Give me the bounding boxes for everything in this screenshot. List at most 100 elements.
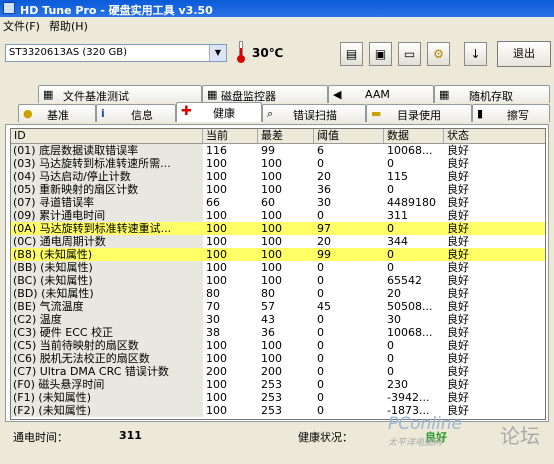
cell-data: 230: [387, 378, 408, 391]
table-row[interactable]: (07) 寻道错误率 66 60 30 4489180 良好: [11, 196, 545, 209]
tab-aam[interactable]: ◀ AAM: [328, 85, 434, 103]
table-row[interactable]: (F0) 磁头悬浮时间 100 253 0 230 良好: [11, 378, 545, 391]
cell-status: 良好: [447, 222, 469, 235]
thermometer-icon: [237, 41, 245, 63]
col-current[interactable]: 当前: [203, 129, 258, 143]
download-button[interactable]: ↓: [464, 42, 487, 66]
tab-erase[interactable]: ▮ 擦写: [472, 104, 550, 122]
col-id[interactable]: ID: [11, 129, 203, 143]
cell-id: (09) 累计通电时间: [11, 209, 203, 222]
power-on-value: 311: [119, 429, 142, 442]
tab-benchmark[interactable]: ● 基准: [18, 104, 96, 122]
table-row[interactable]: (BB) (未知属性) 100 100 0 0 良好: [11, 261, 545, 274]
cell-data: 0: [387, 352, 394, 365]
cell-data: 30: [387, 313, 401, 326]
copy-text-button[interactable]: ▤: [340, 42, 363, 66]
table-row[interactable]: (09) 累计通电时间 100 100 0 311 良好: [11, 209, 545, 222]
table-row[interactable]: (01) 底层数据读取错误率 116 99 6 10068... 良好: [11, 144, 545, 157]
cell-cur: 100: [206, 248, 227, 261]
col-threshold[interactable]: 阈值: [314, 129, 384, 143]
copy-screen-icon: ▣: [374, 47, 387, 61]
menu-bar: 文件(F) 帮助(H): [0, 17, 554, 34]
tab-info[interactable]: i 信息: [96, 104, 176, 122]
menu-help[interactable]: 帮助(H): [49, 18, 88, 34]
cell-cur: 100: [206, 391, 227, 404]
toolbar: ST3320613AS (320 GB) ▼ 30℃ ▤ ▣ ▭ ⚙ ↓ 退出: [0, 34, 554, 72]
save-icon: ▭: [403, 47, 416, 61]
cell-thr: 99: [317, 248, 331, 261]
cell-worst: 60: [261, 196, 275, 209]
table-row[interactable]: (BD) (未知属性) 80 80 0 20 良好: [11, 287, 545, 300]
cell-thr: 0: [317, 274, 324, 287]
tab-folder-usage[interactable]: ▬ 目录使用: [366, 104, 472, 122]
cell-status: 良好: [447, 183, 469, 196]
cell-data: 0: [387, 365, 394, 378]
cell-thr: 0: [317, 365, 324, 378]
cell-data: 0: [387, 183, 394, 196]
table-row[interactable]: (04) 马达启动/停止计数 100 100 20 115 良好: [11, 170, 545, 183]
options-button[interactable]: ⚙: [427, 42, 450, 66]
exit-button[interactable]: 退出: [497, 41, 551, 67]
cell-worst: 57: [261, 300, 275, 313]
cell-status: 良好: [447, 235, 469, 248]
menu-file[interactable]: 文件(F): [3, 18, 40, 34]
table-row[interactable]: (C7) Ultra DMA CRC 错误计数 200 200 0 0 良好: [11, 365, 545, 378]
health-panel: ID 当前 最差 阈值 数据 状态 (01) 底层数据读取错误率 116 99 6 10…: [5, 124, 549, 422]
file-bench-icon: ▦: [43, 88, 54, 101]
table-row[interactable]: (03) 马达旋转到标准转速所需... 100 100 0 0 良好: [11, 157, 545, 170]
table-row[interactable]: (B8) (未知属性) 100 100 99 0 良好: [11, 248, 545, 261]
cell-thr: 6: [317, 144, 324, 157]
cell-id: (F0) 磁头悬浮时间: [11, 378, 203, 391]
tab-random-access[interactable]: ▦ 随机存取: [434, 85, 550, 103]
cell-status: 良好: [447, 157, 469, 170]
chevron-down-icon[interactable]: ▼: [209, 45, 226, 61]
table-row[interactable]: (F2) (未知属性) 100 253 0 -1873... 良好: [11, 404, 545, 417]
table-row[interactable]: (0A) 马达旋转到标准转速重试... 100 100 97 0 良好: [11, 222, 545, 235]
cell-id: (BB) (未知属性): [11, 261, 203, 274]
cell-data: 311: [387, 209, 408, 222]
cell-id: (C3) 硬件 ECC 校正: [11, 326, 203, 339]
bulb-icon: ●: [23, 107, 33, 120]
table-row[interactable]: (0C) 通电周期计数 100 100 20 344 良好: [11, 235, 545, 248]
trash-icon: ▮: [477, 107, 484, 120]
drive-select[interactable]: ST3320613AS (320 GB) ▼: [5, 44, 227, 62]
cell-worst: 100: [261, 261, 282, 274]
col-data[interactable]: 数据: [384, 129, 444, 143]
down-arrow-icon: ↓: [470, 47, 481, 61]
cell-worst: 253: [261, 391, 282, 404]
table-row[interactable]: (C6) 脱机无法校正的扇区数 100 100 0 0 良好: [11, 352, 545, 365]
save-button[interactable]: ▭: [398, 42, 421, 66]
table-row[interactable]: (BE) 气流温度 70 57 45 50508... 良好: [11, 300, 545, 313]
cell-status: 良好: [447, 365, 469, 378]
cell-thr: 30: [317, 196, 331, 209]
table-row[interactable]: (C5) 当前待映射的扇区数 100 100 0 0 良好: [11, 339, 545, 352]
cell-data: 50508...: [387, 300, 433, 313]
table-row[interactable]: (05) 重新映射的扇区计数 100 100 36 0 良好: [11, 183, 545, 196]
cell-status: 良好: [447, 209, 469, 222]
tab-disk-monitor[interactable]: ▦ 磁盘监控器: [202, 85, 328, 103]
tab-file-benchmark[interactable]: ▦ 文件基准测试: [38, 85, 202, 103]
col-status[interactable]: 状态: [444, 129, 545, 143]
cell-thr: 0: [317, 157, 324, 170]
cell-data: 0: [387, 157, 394, 170]
status-bar: 通电时间： 311 健康状况： 良好 PConline 太平洋电脑网 论坛: [0, 414, 554, 464]
col-worst[interactable]: 最差: [258, 129, 314, 143]
health-label: 健康状况：: [298, 431, 353, 444]
table-row[interactable]: (F1) (未知属性) 100 253 0 -3942... 良好: [11, 391, 545, 404]
tab-health[interactable]: ✚ 健康: [176, 102, 262, 122]
cell-thr: 0: [317, 352, 324, 365]
copy-screen-button[interactable]: ▣: [369, 42, 392, 66]
cell-cur: 100: [206, 157, 227, 170]
table-row[interactable]: (C2) 温度 30 43 0 30 良好: [11, 313, 545, 326]
cell-status: 良好: [447, 313, 469, 326]
cell-data: 10068...: [387, 144, 433, 157]
table-row[interactable]: (BC) (未知属性) 100 100 0 65542 良好: [11, 274, 545, 287]
cell-id: (BD) (未知属性): [11, 287, 203, 300]
cell-id: (BC) (未知属性): [11, 274, 203, 287]
cell-status: 良好: [447, 274, 469, 287]
cell-worst: 100: [261, 339, 282, 352]
cell-status: 良好: [447, 326, 469, 339]
tab-error-scan[interactable]: ⌕ 错误扫描: [262, 104, 366, 122]
watermark-brand: PConline: [388, 414, 462, 434]
table-row[interactable]: (C3) 硬件 ECC 校正 38 36 0 10068... 良好: [11, 326, 545, 339]
